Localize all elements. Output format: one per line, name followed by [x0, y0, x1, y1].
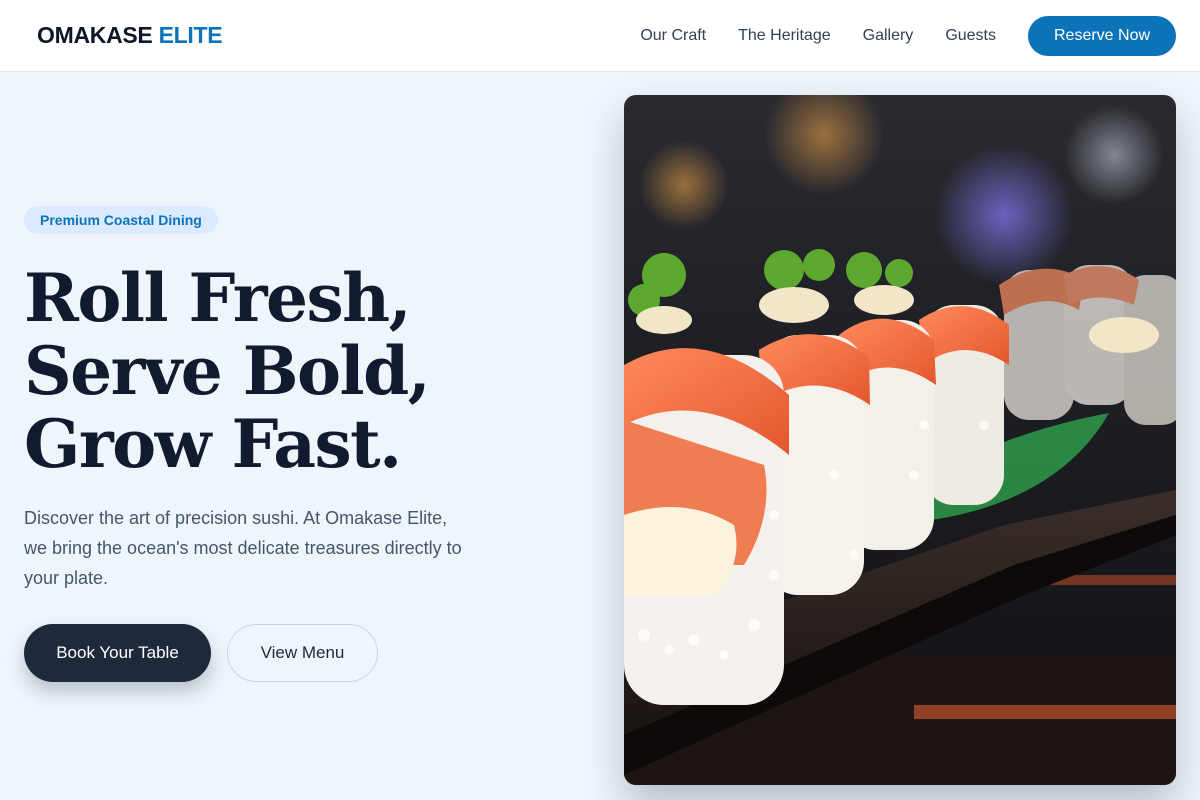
reserve-now-button[interactable]: Reserve Now — [1028, 15, 1176, 56]
headline-line-1: Roll Fresh, — [24, 259, 412, 337]
site-header: OMAKASE ELITE Our Craft The Heritage Gal… — [0, 0, 1200, 72]
nav-link-our-craft[interactable]: Our Craft — [640, 27, 706, 45]
headline-line-2: Serve Bold, — [24, 332, 431, 410]
hero-description: Discover the art of precision sushi. At … — [24, 508, 462, 588]
brand-accent: ELITE — [158, 22, 223, 48]
headline-line-3: Grow Fast. — [24, 405, 402, 483]
hero-badge: Premium Coastal Dining — [24, 206, 218, 234]
nav-link-guests[interactable]: Guests — [945, 27, 996, 45]
nav-link-heritage[interactable]: The Heritage — [738, 27, 831, 45]
main-nav: Our Craft The Heritage Gallery Guests Re… — [640, 15, 1176, 56]
hero-sushi-image — [624, 95, 1176, 785]
nav-link-gallery[interactable]: Gallery — [863, 27, 914, 45]
hero-cta-row: Book Your Table View Menu — [24, 624, 484, 682]
view-menu-button[interactable]: View Menu — [227, 624, 378, 682]
brand-name: OMAKASE — [37, 22, 153, 48]
brand-logo[interactable]: OMAKASE ELITE — [37, 22, 223, 49]
book-table-button[interactable]: Book Your Table — [24, 624, 211, 682]
hero-content: Premium Coastal Dining Roll Fresh, Serve… — [24, 206, 484, 682]
hero-headline: Roll Fresh, Serve Bold, Grow Fast. — [24, 262, 484, 481]
